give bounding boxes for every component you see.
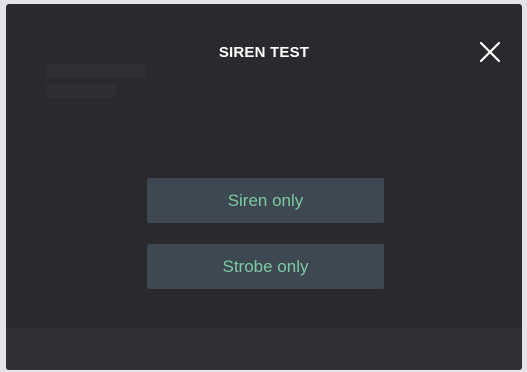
- device-screen: SIREN TEST Siren only Strobe only: [0, 0, 527, 372]
- footer-area: [6, 328, 522, 370]
- siren-test-dialog: SIREN TEST Siren only Strobe only: [6, 4, 522, 370]
- close-button[interactable]: [476, 38, 504, 66]
- close-icon: [479, 41, 501, 63]
- background-blur-text: [46, 64, 146, 78]
- strobe-only-button[interactable]: Strobe only: [147, 244, 384, 289]
- siren-only-button[interactable]: Siren only: [147, 178, 384, 223]
- dialog-title: SIREN TEST: [218, 44, 310, 61]
- background-blur-text: [46, 84, 116, 98]
